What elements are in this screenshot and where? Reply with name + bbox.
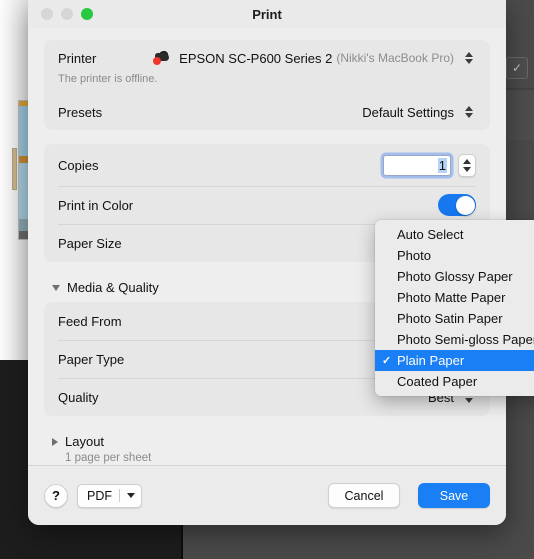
paper-type-label: Paper Type [58, 351, 125, 367]
menu-item-paper-type[interactable]: Photo [375, 245, 534, 266]
presets-row[interactable]: Presets Default Settings [58, 94, 476, 130]
pdf-button-label: PDF [87, 488, 112, 503]
copies-stepper[interactable] [458, 153, 476, 177]
background-document-preview [0, 0, 32, 360]
menu-item-label: Plain Paper [397, 353, 465, 368]
printer-status: The printer is offline. [58, 73, 158, 85]
print-in-color-label: Print in Color [58, 197, 134, 213]
dialog-title: Print [252, 6, 282, 22]
printer-label: Printer [58, 50, 97, 66]
presets-value-group: Default Settings [362, 102, 476, 122]
printer-host: (Nikki's MacBook Pro) [336, 51, 454, 65]
printer-value-group: EPSON SC-P600 Series 2 (Nikki's MacBook … [153, 48, 476, 68]
save-button[interactable]: Save [418, 483, 490, 508]
feed-from-label: Feed From [58, 313, 122, 329]
media-quality-label: Media & Quality [67, 280, 159, 295]
printer-row[interactable]: Printer EPSON SC-P600 Series 2 (Nikki's … [58, 40, 476, 76]
paper-size-label: Paper Size [58, 235, 122, 251]
copies-input[interactable]: 1 [383, 154, 451, 176]
chevron-down-icon [127, 493, 135, 498]
layout-label: Layout [65, 434, 105, 449]
presets-popup-chevron-icon[interactable] [462, 102, 476, 122]
presets-label: Presets [58, 104, 103, 120]
help-button[interactable]: ? [44, 483, 68, 508]
chevron-right-icon [52, 437, 58, 446]
presets-value: Default Settings [362, 104, 454, 120]
menu-item-paper-type[interactable]: Photo Semi-gloss Paper [375, 329, 534, 350]
cancel-button[interactable]: Cancel [328, 483, 400, 508]
menu-item-label: Photo Semi-gloss Paper [397, 332, 534, 347]
menu-item-paper-type[interactable]: Auto Select [375, 224, 534, 245]
copies-label: Copies [58, 157, 99, 173]
quality-label: Quality [58, 389, 99, 405]
menu-item-label: Auto Select [397, 227, 464, 242]
printer-name: EPSON SC-P600 Series 2 [179, 50, 333, 66]
dialog-footer: ? PDF Cancel Save [28, 465, 506, 525]
printer-icon [153, 50, 170, 65]
pdf-button[interactable]: PDF [77, 483, 142, 508]
menu-item-paper-type[interactable]: Coated Paper [375, 371, 534, 392]
menu-item-label: Photo Satin Paper [397, 311, 503, 326]
print-in-color-toggle[interactable] [438, 194, 476, 216]
background-checkbox-icon: ✓ [506, 57, 528, 79]
chevron-down-icon [52, 284, 60, 291]
layout-summary: 1 page per sheet [65, 452, 152, 464]
menu-item-label: Photo Matte Paper [397, 290, 506, 305]
printer-card: Printer EPSON SC-P600 Series 2 (Nikki's … [44, 40, 490, 130]
menu-item-label: Coated Paper [397, 374, 478, 389]
copies-row: Copies 1 [58, 144, 476, 186]
menu-item-paper-type[interactable]: Photo Glossy Paper [375, 266, 534, 287]
pdf-button-divider [119, 489, 120, 502]
document-thumbnail-secondary [12, 148, 17, 190]
dialog-titlebar: Print [28, 0, 506, 28]
printer-popup-chevron-icon[interactable] [462, 48, 476, 68]
copies-value: 1 [437, 157, 447, 173]
layout-disclosure[interactable]: Layout [44, 434, 490, 449]
menu-item-paper-type[interactable]: Photo Matte Paper [375, 287, 534, 308]
menu-item-paper-type[interactable]: Photo Satin Paper [375, 308, 534, 329]
menu-item-label: Photo Glossy Paper [397, 269, 513, 284]
screen: ✓ Print Printer EPSON SC-P600 Series 2 (… [0, 0, 534, 559]
print-in-color-row: Print in Color [58, 186, 476, 224]
menu-item-label: Photo [397, 248, 431, 263]
menu-item-paper-type[interactable]: ✓ Plain Paper [375, 350, 534, 371]
paper-type-dropdown-menu: Auto Select Photo Photo Glossy Paper Photo … [375, 220, 534, 396]
toggle-knob [455, 195, 475, 215]
checkmark-icon: ✓ [382, 355, 392, 367]
